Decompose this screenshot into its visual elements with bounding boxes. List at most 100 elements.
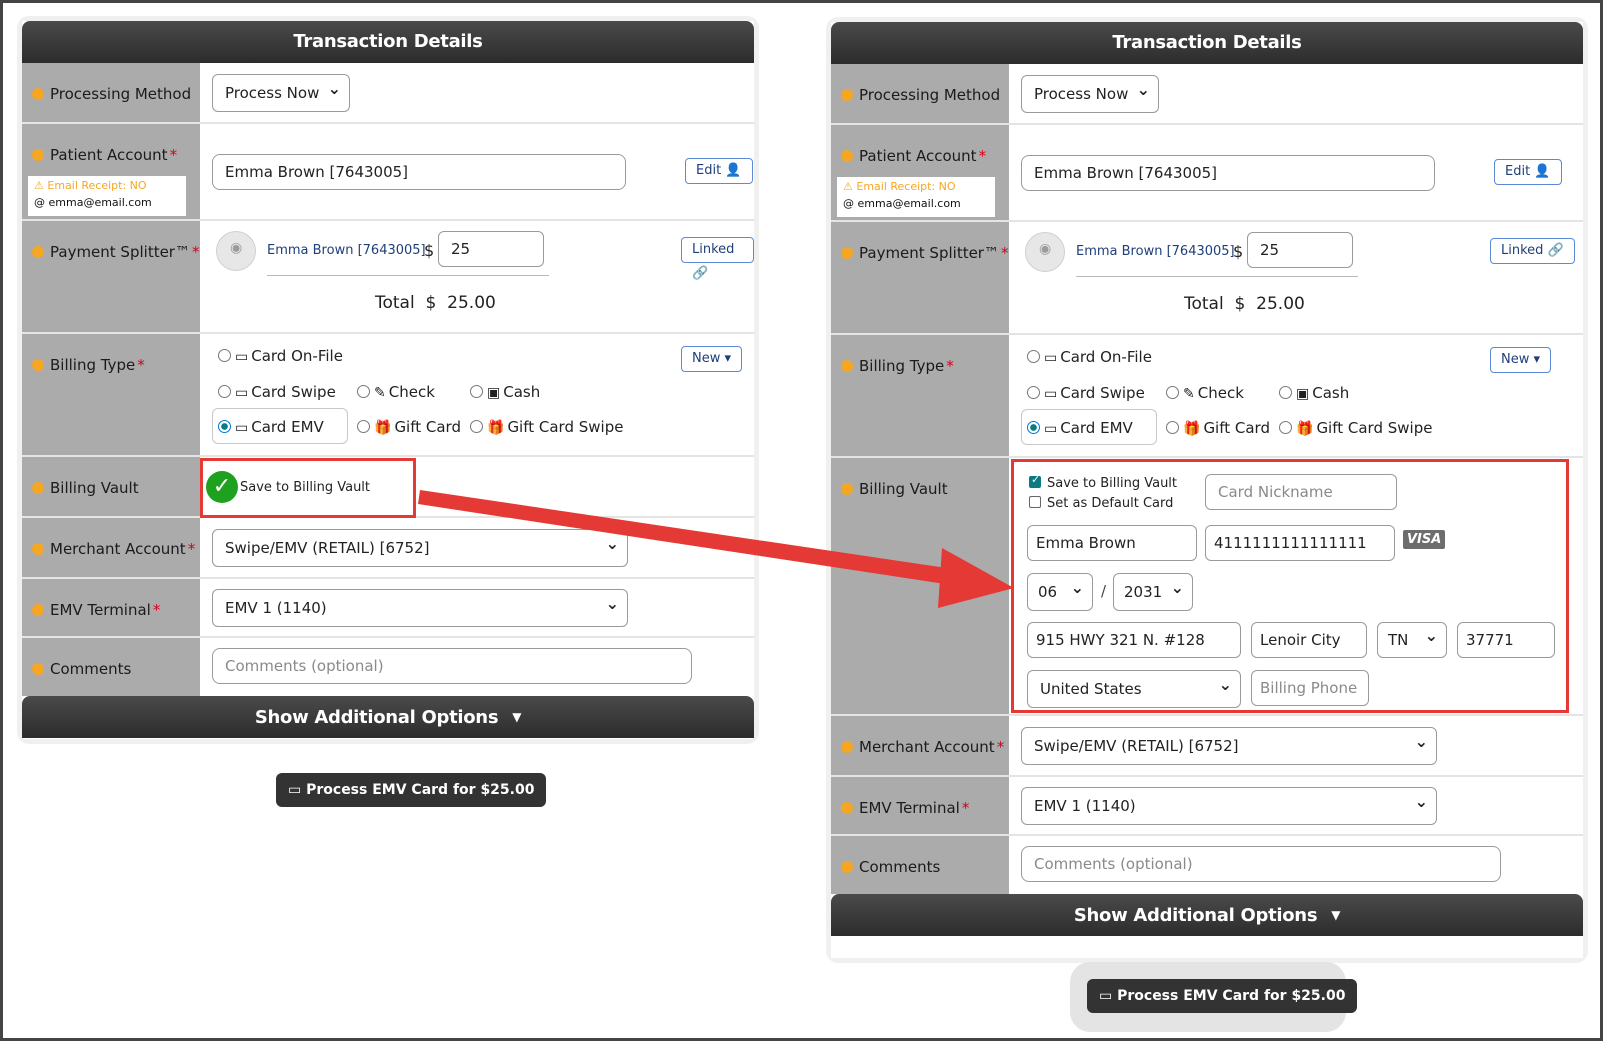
row-patient-account: Patient Account * ⚠ Email Receipt: NO @ e… [831, 125, 1583, 222]
help-icon[interactable] [841, 360, 853, 372]
label-payment-splitter: Payment Splitter™ * [831, 222, 1009, 333]
radio-card-swipe[interactable]: ▭ Card Swipe [1027, 384, 1145, 402]
address-input[interactable]: 915 HWY 321 N. #128 [1027, 622, 1241, 658]
emv-terminal-select[interactable]: EMV 1 (1140) [212, 589, 628, 627]
billing-phone-input[interactable]: Billing Phone [1251, 670, 1369, 706]
caret-down-icon: ▼ [512, 710, 522, 724]
state-select[interactable]: TN [1377, 622, 1447, 658]
check-circle-icon[interactable]: ✓ [206, 471, 238, 503]
label-patient-account: Patient Account * ⚠ Email Receipt: NO @ e… [831, 125, 1009, 220]
exp-year-select[interactable]: 2031 [1113, 573, 1193, 611]
radio-card-on-file[interactable]: ▭ Card On-File [1027, 348, 1152, 366]
comments-input[interactable]: Comments (optional) [1021, 846, 1501, 882]
label-payment-splitter: Payment Splitter™ * [22, 221, 200, 332]
cardholder-name-input[interactable]: Emma Brown [1027, 525, 1197, 561]
help-icon[interactable] [841, 247, 853, 259]
help-icon[interactable] [32, 604, 44, 616]
help-icon[interactable] [841, 89, 853, 101]
process-emv-button-left[interactable]: ▭ Process EMV Card for $25.00 [276, 773, 547, 807]
country-select[interactable]: United States [1027, 670, 1241, 708]
radio-gift-card-swipe[interactable]: 🎁 Gift Card Swipe [1279, 419, 1432, 437]
radio-gift-card[interactable]: 🎁 Gift Card [357, 418, 461, 436]
email-receipt-box: ⚠ Email Receipt: NO @ emma@email.com [28, 176, 186, 216]
save-to-vault-checkbox[interactable]: Save to Billing Vault [1029, 473, 1177, 491]
radio-cash[interactable]: ▣ Cash [1279, 384, 1349, 402]
radio-gift-card[interactable]: 🎁 Gift Card [1166, 419, 1270, 437]
help-icon[interactable] [32, 482, 44, 494]
help-icon[interactable] [841, 150, 853, 162]
split-amount-input[interactable]: 25 [1247, 232, 1353, 268]
processing-method-select[interactable]: Process Now [1021, 75, 1159, 113]
splitter-total: Total $ 25.00 [1184, 294, 1305, 314]
row-payment-splitter: Payment Splitter™* Emma Brown [7643005] … [831, 222, 1583, 335]
exp-month-select[interactable]: 06 [1027, 573, 1093, 611]
link-icon: 🔗 [1547, 243, 1564, 258]
label-processing-method: Processing Method [22, 63, 200, 122]
patient-account-input[interactable]: Emma Brown [7643005] [1021, 155, 1435, 191]
help-icon[interactable] [32, 663, 44, 675]
radio-card-on-file[interactable]: ▭ Card On-File [218, 347, 343, 365]
splitter-patient-name[interactable]: Emma Brown [7643005] [267, 243, 426, 258]
radio-gift-card-swipe[interactable]: 🎁 Gift Card Swipe [470, 418, 623, 436]
city-input[interactable]: Lenoir City [1251, 622, 1367, 658]
row-payment-splitter: Payment Splitter™* Emma Brown [7643005] … [22, 221, 754, 334]
new-card-button[interactable]: New ▾ [681, 346, 743, 372]
splitter-divider [267, 275, 549, 276]
caret-down-icon: ▾ [724, 351, 732, 366]
radio-card-emv[interactable]: ▭ Card EMV [218, 418, 324, 436]
linked-button[interactable]: Linked 🔗 [681, 237, 754, 281]
split-amount-input[interactable]: 25 [438, 231, 544, 267]
credit-card-icon: ▭ [235, 420, 249, 436]
splitter-divider [1076, 276, 1358, 277]
row-billing-vault: Billing Vault ✓ Save to Billing Vault [22, 457, 754, 518]
row-processing-method: Processing Method Process Now [22, 63, 754, 124]
zip-input[interactable]: 37771 [1457, 622, 1555, 658]
pen-icon: ✎ [1183, 386, 1195, 402]
show-additional-options-button[interactable]: Show Additional Options ▼ [831, 894, 1583, 936]
help-icon[interactable] [32, 543, 44, 555]
row-comments: Comments Comments (optional) [22, 638, 754, 696]
card-nickname-input[interactable]: Card Nickname [1205, 474, 1397, 510]
row-patient-account: Patient Account * ⚠ Email Receipt: NO @ e… [22, 124, 754, 221]
help-icon[interactable] [32, 359, 44, 371]
splitter-patient-name[interactable]: Emma Brown [7643005] [1076, 244, 1235, 259]
right-transaction-panel: Transaction Details Processing Method Pr… [826, 17, 1588, 963]
comments-input[interactable]: Comments (optional) [212, 648, 692, 684]
set-default-card-checkbox[interactable]: Set as Default Card [1029, 496, 1173, 511]
merchant-account-select[interactable]: Swipe/EMV (RETAIL) [6752] [1021, 727, 1437, 765]
credit-card-icon: ▭ [288, 782, 302, 798]
help-icon[interactable] [32, 149, 44, 161]
new-card-button[interactable]: New ▾ [1490, 347, 1552, 373]
radio-cash[interactable]: ▣ Cash [470, 383, 540, 401]
help-icon[interactable] [841, 802, 853, 814]
help-icon[interactable] [841, 483, 853, 495]
help-icon[interactable] [841, 861, 853, 873]
label-billing-type: Billing Type * [831, 335, 1009, 456]
avatar [216, 231, 256, 271]
edit-button[interactable]: Edit 👤 [685, 158, 753, 184]
label-comments: Comments [22, 638, 200, 696]
warning-icon: ⚠ [34, 179, 44, 192]
radio-card-emv[interactable]: ▭ Card EMV [1027, 419, 1133, 437]
radio-check[interactable]: ✎ Check [357, 383, 435, 401]
merchant-account-select[interactable]: Swipe/EMV (RETAIL) [6752] [212, 529, 628, 567]
help-icon[interactable] [841, 741, 853, 753]
card-number-input[interactable]: 4111111111111111 [1205, 525, 1395, 561]
help-icon[interactable] [32, 88, 44, 100]
money-icon: ▣ [487, 385, 501, 401]
linked-button[interactable]: Linked 🔗 [1490, 238, 1575, 264]
patient-account-input[interactable]: Emma Brown [7643005] [212, 154, 626, 190]
radio-check[interactable]: ✎ Check [1166, 384, 1244, 402]
help-icon[interactable] [32, 246, 44, 258]
save-to-billing-vault-label[interactable]: Save to Billing Vault [240, 480, 370, 495]
row-billing-vault: Billing Vault Save to Billing Vault Set … [831, 458, 1583, 716]
label-patient-account: Patient Account * ⚠ Email Receipt: NO @ e… [22, 124, 200, 219]
label-comments: Comments [831, 836, 1009, 894]
processing-method-select[interactable]: Process Now [212, 74, 350, 112]
radio-card-swipe[interactable]: ▭ Card Swipe [218, 383, 336, 401]
emv-terminal-select[interactable]: EMV 1 (1140) [1021, 787, 1437, 825]
show-additional-options-button[interactable]: Show Additional Options ▼ [22, 696, 754, 738]
edit-button[interactable]: Edit 👤 [1494, 159, 1562, 185]
process-emv-button-right[interactable]: ▭ Process EMV Card for $25.00 [1087, 979, 1358, 1013]
credit-card-icon: ▭ [235, 385, 249, 401]
